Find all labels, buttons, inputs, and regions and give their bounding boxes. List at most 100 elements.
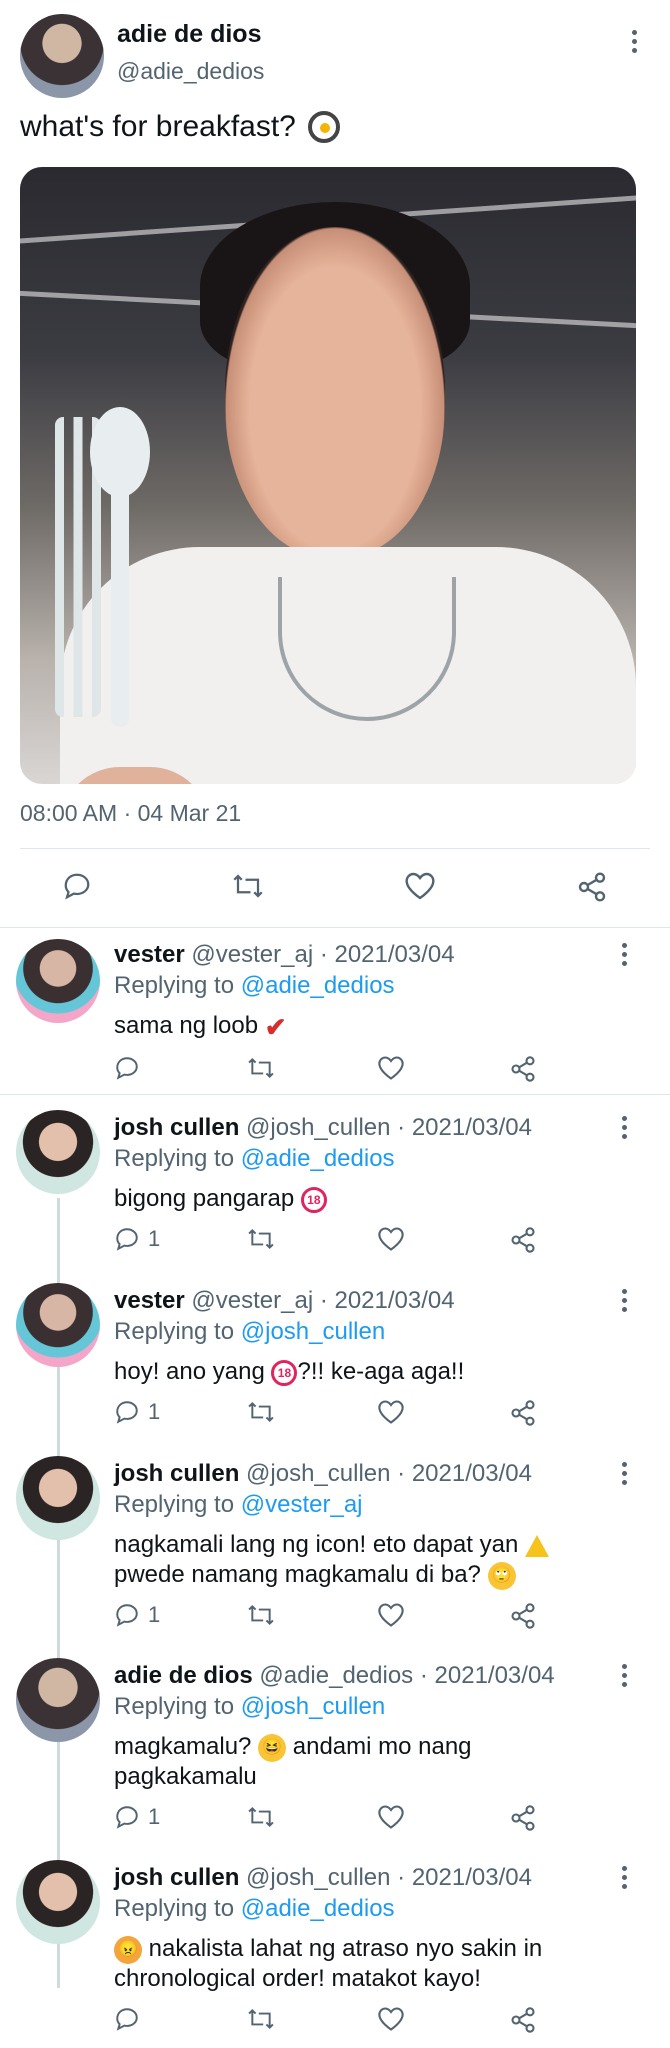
share-button[interactable] xyxy=(509,2006,537,2034)
author-handle[interactable]: @adie_dedios xyxy=(259,1662,413,1689)
avatar[interactable] xyxy=(16,1860,100,1944)
no-under-18-icon: 18 xyxy=(300,1186,327,1213)
reply-header: josh cullen @josh_cullen · 2021/03/04 xyxy=(114,1460,532,1488)
warning-icon xyxy=(524,1534,549,1557)
share-button[interactable] xyxy=(509,1226,537,1254)
more-icon[interactable] xyxy=(622,1289,628,1316)
replying-prefix: Replying to xyxy=(114,1491,235,1518)
like-button[interactable] xyxy=(377,1055,405,1081)
like-button[interactable] xyxy=(377,1804,405,1830)
like-button[interactable] xyxy=(377,1399,405,1425)
retweet-button[interactable] xyxy=(245,1804,277,1830)
retweet-button[interactable] xyxy=(230,871,266,901)
author-handle[interactable]: @adie_dedios xyxy=(117,58,264,85)
heart-icon xyxy=(378,1400,404,1424)
retweet-button[interactable] xyxy=(245,1399,277,1425)
share-button[interactable] xyxy=(509,1399,537,1427)
reply-header: adie de dios @adie_dedios · 2021/03/04 xyxy=(114,1662,555,1690)
more-icon[interactable] xyxy=(622,1866,628,1893)
reply-date: · 2021/03/04 xyxy=(397,1864,532,1891)
like-button[interactable] xyxy=(377,2006,405,2032)
replying-to: Replying to @josh_cullen xyxy=(114,1318,385,1346)
more-icon[interactable] xyxy=(622,1116,628,1143)
more-icon[interactable] xyxy=(632,30,638,57)
tweet-text: what's for breakfast? xyxy=(20,110,340,144)
reply-button[interactable]: 1 xyxy=(114,1804,160,1830)
reply-count: 1 xyxy=(148,1399,161,1424)
retweet-button[interactable] xyxy=(245,2006,277,2032)
tweet-timestamp[interactable]: 08:00 AM · 04 Mar 21 xyxy=(20,800,241,827)
replying-to: Replying to @adie_dedios xyxy=(114,972,395,1000)
tweet-photo[interactable] xyxy=(20,167,636,784)
angry-face-icon: 😠 xyxy=(114,1935,142,1964)
author-name[interactable]: josh cullen xyxy=(114,1864,239,1891)
share-button[interactable] xyxy=(509,1055,537,1083)
share-icon xyxy=(578,872,606,902)
author-handle[interactable]: @vester_aj xyxy=(191,1287,313,1314)
reply-header: josh cullen @josh_cullen · 2021/03/04 xyxy=(114,1114,532,1142)
replying-to-link[interactable]: @josh_cullen xyxy=(241,1693,385,1720)
share-icon xyxy=(511,1227,535,1253)
avatar[interactable] xyxy=(16,939,100,1023)
replying-to-link[interactable]: @adie_dedios xyxy=(241,1895,395,1922)
author-name[interactable]: adie de dios xyxy=(117,20,261,49)
more-icon[interactable] xyxy=(622,1462,628,1489)
retweet-button[interactable] xyxy=(245,1602,277,1628)
author-handle[interactable]: @josh_cullen xyxy=(246,1460,390,1487)
avatar[interactable] xyxy=(20,14,104,98)
like-button[interactable] xyxy=(377,1226,405,1252)
reply-text-b: ?!! ke-aga aga!! xyxy=(297,1358,465,1385)
author-name[interactable]: adie de dios xyxy=(114,1662,253,1689)
author-name[interactable]: josh cullen xyxy=(114,1114,239,1141)
share-button[interactable] xyxy=(509,1804,537,1832)
reply-button[interactable]: 1 xyxy=(114,1602,160,1628)
more-icon[interactable] xyxy=(622,1664,628,1691)
replying-to-link[interactable]: @josh_cullen xyxy=(241,1318,385,1345)
reply-text: magkamalu? 😆 andami mo nang pagkakamalu xyxy=(114,1732,634,1792)
reply-icon xyxy=(116,1228,138,1251)
reply-tweet: vester @vester_aj · 2021/03/04 Replying … xyxy=(0,1273,670,1445)
reply-button[interactable]: 1 xyxy=(114,1226,160,1252)
reply-date: · 2021/03/04 xyxy=(397,1460,532,1487)
reply-button[interactable] xyxy=(114,2006,148,2032)
replying-to-link[interactable]: @adie_dedios xyxy=(241,1145,395,1172)
reply-text: 😠 nakalista lahat ng atraso nyo sakin in… xyxy=(114,1934,634,1994)
avatar[interactable] xyxy=(16,1456,100,1540)
reply-date: · 2021/03/04 xyxy=(397,1114,532,1141)
replying-to: Replying to @vester_aj xyxy=(114,1491,363,1519)
share-button[interactable] xyxy=(576,871,608,903)
retweet-button[interactable] xyxy=(245,1226,277,1252)
like-button[interactable] xyxy=(377,1602,405,1628)
reply-button[interactable] xyxy=(114,1055,148,1081)
reply-tweet: josh cullen @josh_cullen · 2021/03/04 Re… xyxy=(0,1446,670,1646)
replying-to-link[interactable]: @vester_aj xyxy=(241,1491,363,1518)
retweet-icon xyxy=(248,1057,274,1079)
heart-icon xyxy=(405,872,435,900)
like-button[interactable] xyxy=(404,871,436,901)
reply-icon xyxy=(116,1604,138,1627)
fork-and-spoon xyxy=(45,407,150,737)
author-handle[interactable]: @josh_cullen xyxy=(246,1114,390,1141)
reply-icon xyxy=(116,1401,138,1424)
share-button[interactable] xyxy=(509,1602,537,1630)
reply-button[interactable] xyxy=(62,871,92,901)
author-name[interactable]: vester xyxy=(114,1287,185,1314)
avatar[interactable] xyxy=(16,1658,100,1742)
reply-button[interactable]: 1 xyxy=(114,1399,160,1425)
author-name[interactable]: josh cullen xyxy=(114,1460,239,1487)
reply-text-a: nagkamali lang ng icon! eto dapat yan xyxy=(114,1531,519,1558)
replying-to-link[interactable]: @adie_dedios xyxy=(241,972,395,999)
author-handle[interactable]: @josh_cullen xyxy=(246,1864,390,1891)
share-icon xyxy=(511,1056,535,1082)
author-handle[interactable]: @vester_aj xyxy=(191,941,313,968)
avatar[interactable] xyxy=(16,1283,100,1367)
avatar[interactable] xyxy=(16,1110,100,1194)
reply-header: josh cullen @josh_cullen · 2021/03/04 xyxy=(114,1864,532,1892)
heart-icon xyxy=(378,1056,404,1080)
retweet-button[interactable] xyxy=(245,1055,277,1081)
reply-date: · 2021/03/04 xyxy=(419,1662,555,1689)
author-name[interactable]: vester xyxy=(114,941,185,968)
share-icon xyxy=(511,2007,535,2033)
reply-text-a: nakalista lahat ng atraso nyo sakin in xyxy=(148,1935,543,1962)
more-icon[interactable] xyxy=(622,943,628,970)
